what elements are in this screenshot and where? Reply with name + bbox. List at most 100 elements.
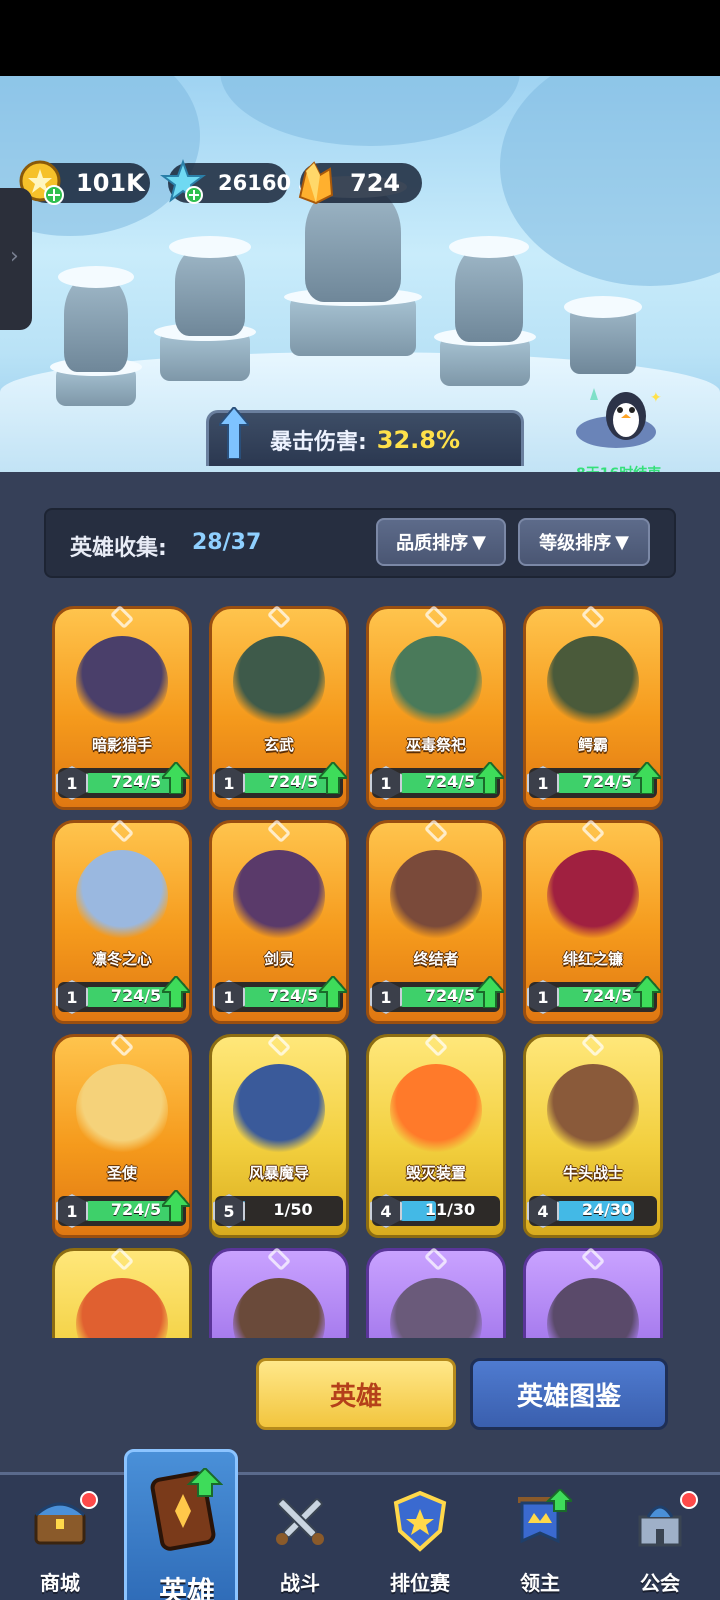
nav-label: 商城 bbox=[40, 1571, 80, 1595]
turtle-serpent-icon bbox=[233, 636, 325, 728]
crit-damage-value: 32.8% bbox=[376, 425, 461, 454]
crossed-swords-icon bbox=[268, 1489, 332, 1553]
nav-item-3[interactable]: 排位赛 bbox=[360, 1475, 480, 1600]
hero-level-badge: 1 bbox=[213, 980, 245, 1014]
upgrade-arrow-icon bbox=[633, 976, 661, 1008]
cannon-robot-icon bbox=[390, 1064, 482, 1156]
hero-level-badge: 4 bbox=[527, 1194, 559, 1228]
hero-level-badge: 1 bbox=[213, 766, 245, 800]
griffin-statue bbox=[169, 236, 251, 336]
upgrade-arrow-icon bbox=[162, 976, 190, 1008]
nav-label: 排位赛 bbox=[390, 1571, 450, 1595]
nav-item-0[interactable]: 商城 bbox=[0, 1475, 120, 1600]
ranked-shield-icon bbox=[388, 1489, 452, 1553]
sort-quality-button[interactable]: 品质排序 ▼ bbox=[376, 518, 506, 566]
upgrade-arrow-icon bbox=[476, 976, 504, 1008]
hero-card[interactable]: 巫毒祭祀 1 724/5 bbox=[366, 606, 506, 810]
hero-progress-text: 11/30 bbox=[424, 1200, 476, 1219]
hero-card[interactable]: 风暴魔导 5 1/50 bbox=[209, 1032, 349, 1238]
side-drawer-tab[interactable]: › bbox=[0, 188, 32, 330]
hero-name: 剑灵 bbox=[263, 950, 294, 968]
triangle-down-icon: ▼ bbox=[615, 531, 629, 553]
hero-card-icon bbox=[149, 1466, 224, 1554]
hero-card[interactable] bbox=[523, 1246, 663, 1338]
hero-card[interactable]: 圣使 1 724/5 bbox=[52, 1032, 192, 1238]
penguin-icon: ✦ bbox=[576, 388, 662, 448]
griffin-pedestal bbox=[154, 323, 256, 381]
hero-tab-label: 英雄 bbox=[329, 1381, 382, 1412]
hero-card[interactable] bbox=[209, 1246, 349, 1338]
hero-level-badge: 1 bbox=[527, 980, 559, 1014]
hero-progress-bar: 1 724/5 bbox=[527, 976, 661, 1014]
hero-card[interactable]: 鳄霸 1 724/5 bbox=[523, 606, 663, 810]
hero-progress-bar: 1 724/5 bbox=[370, 976, 504, 1014]
gold-amount: 101K bbox=[76, 169, 145, 197]
hero-level-badge: 1 bbox=[370, 980, 402, 1014]
blade-spirit-icon bbox=[233, 850, 325, 942]
crystal-counter[interactable]: 26160 bbox=[160, 159, 292, 204]
hero-card[interactable]: 毁灭装置 4 11/30 bbox=[366, 1032, 506, 1238]
nav-item-4[interactable]: 领主 bbox=[480, 1475, 600, 1600]
hero-progress-bar: 1 724/5 bbox=[56, 762, 190, 800]
hero-name: 暗影猎手 bbox=[91, 736, 152, 754]
robot-statue bbox=[564, 296, 642, 374]
chevron-right-icon: › bbox=[10, 244, 19, 269]
hero-card[interactable]: 凛冬之心 1 724/5 bbox=[52, 818, 192, 1024]
collection-header: 英雄收集: 28/37 品质排序 ▼ 等级排序 ▼ bbox=[44, 508, 676, 578]
gunner-icon bbox=[390, 850, 482, 942]
hero-card[interactable]: 终结者 1 724/5 bbox=[366, 818, 506, 1024]
hero-level-badge: 5 bbox=[213, 1194, 245, 1228]
gold-counter[interactable]: 101K bbox=[19, 160, 150, 205]
hero-progress-bar: 1 724/5 bbox=[56, 976, 190, 1014]
gem-amount: 724 bbox=[350, 169, 401, 197]
hero-card[interactable]: 玄武 1 724/5 bbox=[209, 606, 349, 810]
hero-level-badge: 4 bbox=[370, 1194, 402, 1228]
upgrade-arrow-icon bbox=[319, 762, 347, 794]
crystal-amount: 26160 bbox=[218, 171, 292, 195]
hero-name: 风暴魔导 bbox=[248, 1164, 309, 1182]
hero-progress-text: 1/50 bbox=[273, 1200, 313, 1219]
sort-quality-label: 品质排序 bbox=[396, 533, 469, 554]
knight-pedestal bbox=[434, 328, 536, 386]
collection-count: 28/37 bbox=[192, 530, 262, 555]
gem-counter[interactable]: 724 bbox=[298, 161, 422, 205]
hero-name: 鳄霸 bbox=[577, 736, 608, 754]
hero-level-badge: 1 bbox=[527, 766, 559, 800]
storm-wizard-icon bbox=[233, 1064, 325, 1156]
upgrade-arrow-icon bbox=[476, 762, 504, 794]
hero-dex-label: 英雄图鉴 bbox=[516, 1381, 621, 1412]
hero-card[interactable]: 绯红之镰 1 724/5 bbox=[523, 818, 663, 1024]
upgrade-arrow-icon bbox=[319, 976, 347, 1008]
up-arrow-icon bbox=[219, 407, 249, 459]
upgrade-arrow-icon bbox=[633, 762, 661, 794]
nav-item-5[interactable]: 公会 bbox=[600, 1475, 720, 1600]
crocodile-brute-icon bbox=[547, 636, 639, 728]
upgrade-arrow-icon bbox=[162, 762, 190, 794]
hero-card[interactable]: 暗影猎手 1 724/5 bbox=[52, 606, 192, 810]
hero-card[interactable] bbox=[52, 1246, 192, 1338]
scythe-demon-icon bbox=[547, 850, 639, 942]
lord-banner-icon bbox=[508, 1487, 575, 1553]
hero-level-badge: 1 bbox=[370, 766, 402, 800]
hero-tab-button[interactable]: 英雄 bbox=[256, 1358, 456, 1430]
angel-icon bbox=[76, 1064, 168, 1156]
event-penguin[interactable]: ✦ bbox=[570, 380, 662, 450]
dragon-pedestal bbox=[284, 288, 422, 356]
hero-progress-bar: 4 11/30 bbox=[370, 1194, 500, 1228]
hero-level-badge: 1 bbox=[56, 980, 88, 1014]
hero-name: 巫毒祭祀 bbox=[405, 736, 466, 754]
hero-card[interactable] bbox=[366, 1246, 506, 1338]
nav-item-1[interactable]: 英雄 bbox=[124, 1449, 238, 1600]
hero-card[interactable]: 剑灵 1 724/5 bbox=[209, 818, 349, 1024]
hero-progress-bar: 1 724/5 bbox=[213, 976, 347, 1014]
nav-label: 英雄 bbox=[158, 1575, 215, 1600]
nav-item-2[interactable]: 战斗 bbox=[240, 1475, 360, 1600]
hero-grid: 暗影猎手 1 724/5 玄武 1 724/5 巫毒祭祀 1 724/5 鳄霸 1 724/5 凛冬之心… bbox=[0, 606, 720, 1338]
notification-dot bbox=[680, 1491, 698, 1509]
triangle-down-icon: ▼ bbox=[472, 531, 486, 553]
notification-dot bbox=[80, 1491, 98, 1509]
hero-dex-button[interactable]: 英雄图鉴 bbox=[470, 1358, 668, 1430]
collection-label: 英雄收集: bbox=[70, 536, 167, 561]
hero-card[interactable]: 牛头战士 4 24/30 bbox=[523, 1032, 663, 1238]
sort-level-button[interactable]: 等级排序 ▼ bbox=[518, 518, 650, 566]
